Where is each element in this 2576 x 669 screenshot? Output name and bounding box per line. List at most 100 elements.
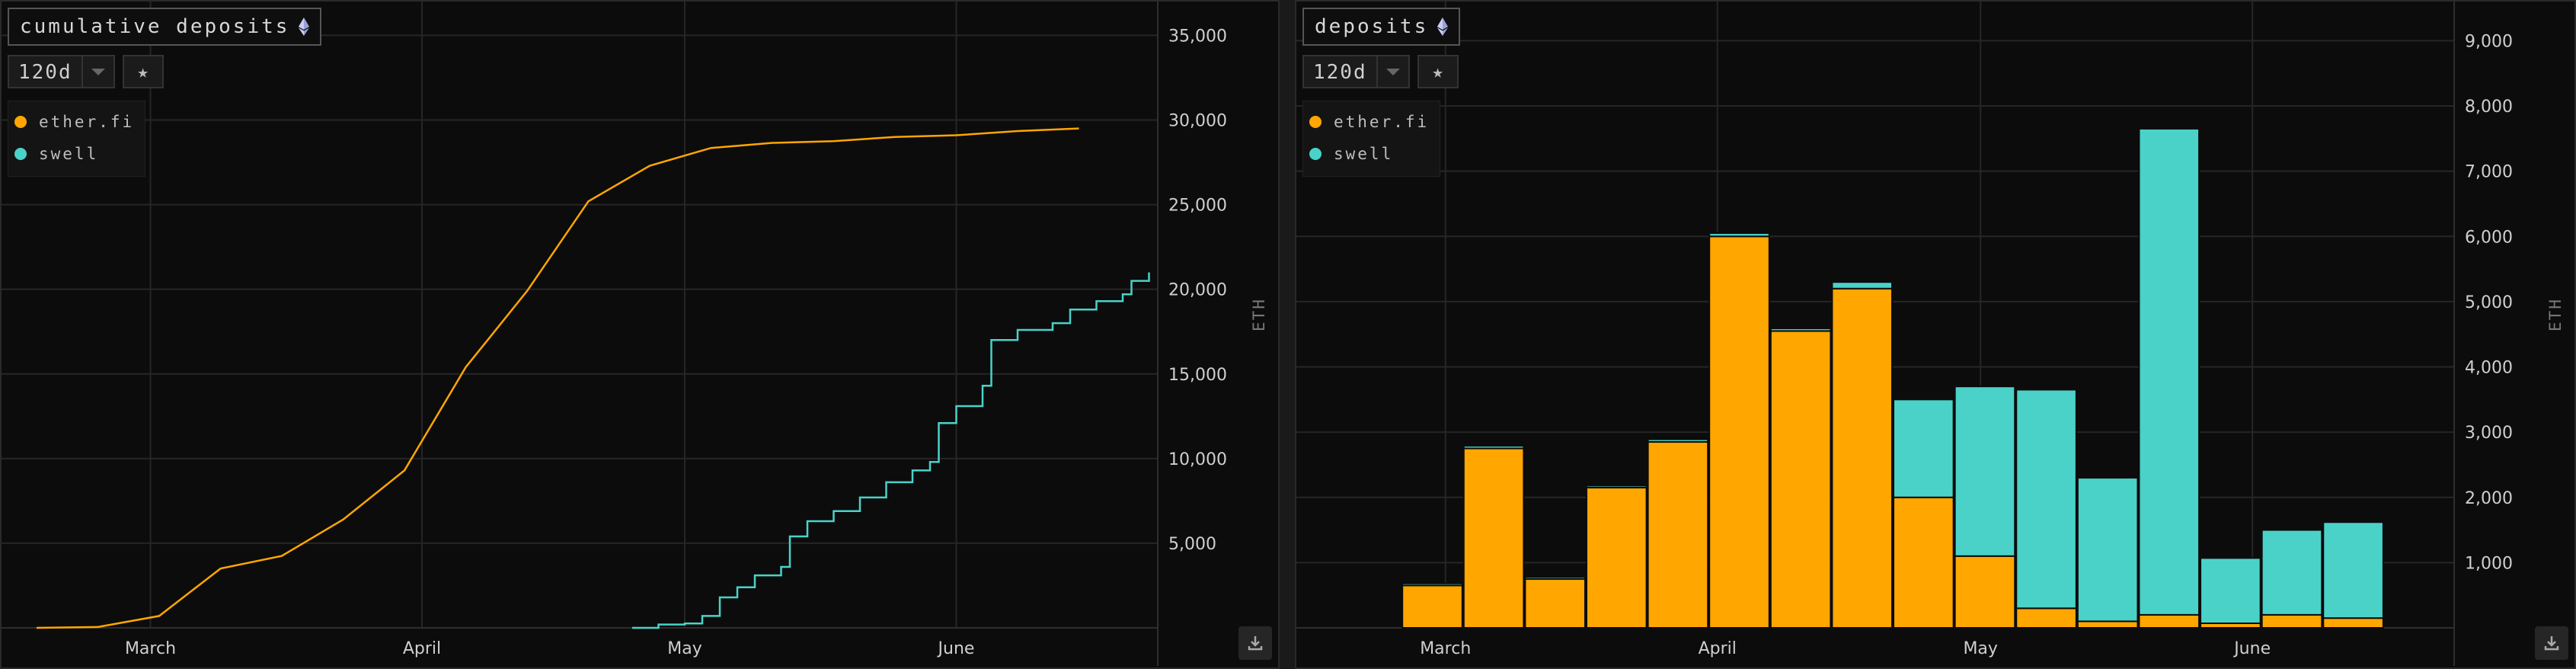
chart-title: cumulative deposits xyxy=(20,15,290,38)
bar-swell xyxy=(1647,438,1709,443)
legend-swatch-swell xyxy=(14,148,27,160)
deposits-chart: 1,000 2,000 3,000 4,000 5,000 6,000 7,000 8,000… xyxy=(1296,2,2565,666)
favorite-button[interactable]: ★ xyxy=(1417,55,1459,88)
bar-etherfi xyxy=(2261,613,2323,629)
chart-controls: 120d ★ xyxy=(1302,55,1459,88)
star-icon: ★ xyxy=(137,61,149,82)
deposits-panel: 1,000 2,000 3,000 4,000 5,000 6,000 7,000 8,000… xyxy=(1295,0,2576,669)
chevron-down-icon xyxy=(1385,68,1400,75)
legend-item-etherfi[interactable]: ether.fi xyxy=(14,106,134,138)
chart-legend: ether.fi swell xyxy=(1302,101,1441,177)
legend-swatch-etherfi xyxy=(1309,116,1322,128)
bar-swell xyxy=(1708,232,1770,238)
series-line-etherfi xyxy=(36,127,1079,629)
download-icon xyxy=(1248,636,1263,651)
y-tick-label: 5,000 xyxy=(2465,293,2513,312)
y-tick-label: 3,000 xyxy=(2465,424,2513,443)
chart-title: deposits xyxy=(1315,15,1429,38)
download-button[interactable] xyxy=(2535,626,2568,660)
download-icon xyxy=(2544,636,2559,651)
bar-swell xyxy=(1893,399,1954,498)
bar-etherfi xyxy=(1647,440,1709,629)
range-label: 120d xyxy=(1313,61,1367,84)
bar-swell xyxy=(1401,582,1463,587)
y-tick-label: 30,000 xyxy=(1168,112,1227,131)
y-tick-label: 5,000 xyxy=(1168,535,1216,554)
x-tick-label: May xyxy=(1963,639,1997,658)
x-tick-label: April xyxy=(403,639,441,658)
bar-etherfi xyxy=(1769,330,1832,629)
chevron-down-icon xyxy=(91,68,105,75)
bar-etherfi xyxy=(1524,578,1587,629)
range-selector[interactable]: 120d xyxy=(1302,55,1410,88)
download-button[interactable] xyxy=(1238,626,1272,660)
legend-item-swell[interactable]: swell xyxy=(1309,138,1429,170)
bar-etherfi xyxy=(1401,584,1463,629)
legend-label: swell xyxy=(39,145,99,163)
chart-controls: 120d ★ xyxy=(8,55,164,88)
bar-etherfi xyxy=(1708,235,1770,629)
range-selector[interactable]: 120d xyxy=(8,55,115,88)
panel-divider xyxy=(1280,0,1295,669)
legend-item-etherfi[interactable]: ether.fi xyxy=(1309,106,1429,138)
bar-swell xyxy=(2200,557,2261,625)
x-tick-label: March xyxy=(125,639,176,658)
bar-swell xyxy=(1831,281,1894,290)
y-tick-label: 15,000 xyxy=(1168,366,1227,385)
y-tick-label: 8,000 xyxy=(2465,98,2513,117)
ethereum-icon xyxy=(1437,18,1449,36)
bar-etherfi xyxy=(1462,447,1525,629)
favorite-button[interactable]: ★ xyxy=(122,55,164,88)
bar-etherfi xyxy=(2322,617,2384,629)
bar-etherfi xyxy=(1586,486,1648,629)
bar-etherfi xyxy=(2076,620,2139,629)
bar-swell xyxy=(1462,445,1525,450)
bar-etherfi xyxy=(1954,555,2016,629)
range-dropdown-toggle[interactable] xyxy=(81,56,113,87)
bar-swell xyxy=(2138,127,2200,616)
y-tick-label: 2,000 xyxy=(2465,489,2513,508)
cumulative-deposits-panel: 5,000 10,000 15,000 20,000 25,000 30,000 35,00… xyxy=(0,0,1280,669)
y-tick-label: 35,000 xyxy=(1168,27,1227,46)
y-tick-label: 9,000 xyxy=(2465,32,2513,51)
legend-swatch-swell xyxy=(1309,148,1322,160)
range-dropdown-toggle[interactable] xyxy=(1376,56,1408,87)
bar-swell xyxy=(1524,576,1587,580)
chart-legend: ether.fi swell xyxy=(8,101,146,177)
cumulative-deposits-chart: 5,000 10,000 15,000 20,000 25,000 30,000 35,00… xyxy=(2,2,1268,666)
y-tick-label: 1,000 xyxy=(2465,554,2513,573)
bar-swell xyxy=(2322,521,2384,619)
legend-swatch-etherfi xyxy=(14,116,27,128)
ethereum-icon xyxy=(299,18,310,36)
chart-title-box[interactable]: deposits xyxy=(1302,8,1461,46)
y-tick-label: 20,000 xyxy=(1168,281,1227,300)
bar-etherfi xyxy=(2138,613,2200,629)
bar-etherfi xyxy=(1893,496,1954,629)
star-icon: ★ xyxy=(1432,61,1443,82)
x-tick-label: June xyxy=(937,639,975,658)
x-tick-label: March xyxy=(1420,639,1471,658)
x-tick-label: June xyxy=(2232,639,2271,658)
x-tick-label: April xyxy=(1699,639,1737,658)
bar-swell xyxy=(1769,327,1832,332)
y-tick-label: 25,000 xyxy=(1168,197,1227,216)
bar-swell xyxy=(2076,477,2139,623)
bar-swell xyxy=(1586,485,1648,488)
x-tick-label: May xyxy=(667,639,702,658)
bar-swell xyxy=(1954,386,2016,557)
y-tick-label: 10,000 xyxy=(1168,450,1227,469)
legend-label: swell xyxy=(1334,145,1394,163)
y-tick-label: 4,000 xyxy=(2465,359,2513,378)
y-axis-label: ETH xyxy=(2546,298,2565,331)
bar-swell xyxy=(2015,389,2077,610)
series-line-swell xyxy=(632,272,1150,629)
chart-title-box[interactable]: cumulative deposits xyxy=(8,8,322,46)
range-label: 120d xyxy=(18,61,72,84)
legend-label: ether.fi xyxy=(1334,113,1430,131)
legend-item-swell[interactable]: swell xyxy=(14,138,134,170)
y-tick-label: 7,000 xyxy=(2465,163,2513,182)
legend-label: ether.fi xyxy=(39,113,135,131)
bar-etherfi xyxy=(2015,607,2077,629)
bar-swell xyxy=(2261,529,2323,616)
y-tick-label: 6,000 xyxy=(2465,228,2513,247)
